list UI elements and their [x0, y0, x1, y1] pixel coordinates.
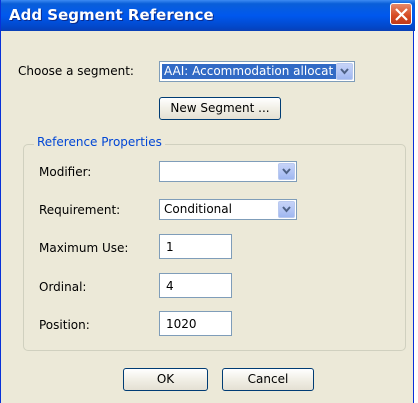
chevron-down-icon — [282, 206, 291, 213]
requirement-label: Requirement: — [39, 203, 121, 217]
maximum-use-field[interactable]: 1 — [159, 234, 232, 259]
close-icon — [395, 8, 408, 21]
segment-select[interactable]: AAI: Accommodation allocat — [159, 61, 355, 82]
ordinal-field[interactable]: 4 — [159, 273, 232, 298]
maximum-use-value: 1 — [166, 240, 174, 254]
segment-selected-value: AAI: Accommodation allocat — [162, 64, 336, 79]
new-segment-button[interactable]: New Segment ... — [159, 97, 281, 120]
close-button[interactable] — [390, 3, 412, 25]
ok-button[interactable]: OK — [123, 368, 208, 391]
title-bar[interactable]: Add Segment Reference — [1, 0, 415, 31]
requirement-select[interactable]: Conditional — [159, 199, 297, 220]
cancel-button[interactable]: Cancel — [222, 368, 314, 391]
modifier-label: Modifier: — [39, 165, 92, 179]
requirement-dropdown-button[interactable] — [278, 201, 295, 218]
add-segment-reference-dialog: Add Segment Reference Choose a segment: … — [0, 0, 415, 403]
chevron-down-icon — [340, 68, 349, 75]
window-title: Add Segment Reference — [9, 6, 214, 24]
ordinal-label: Ordinal: — [39, 280, 87, 294]
segment-dropdown-button[interactable] — [336, 63, 353, 80]
modifier-dropdown-button[interactable] — [278, 163, 295, 180]
position-field[interactable]: 1020 — [159, 311, 232, 336]
segment-label: Choose a segment: — [18, 64, 134, 78]
position-label: Position: — [39, 318, 90, 332]
modifier-select[interactable] — [159, 161, 297, 182]
maximum-use-label: Maximum Use: — [39, 241, 129, 255]
chevron-down-icon — [282, 168, 291, 175]
position-value: 1020 — [166, 317, 197, 331]
ordinal-value: 4 — [166, 279, 174, 293]
modifier-value — [162, 164, 278, 179]
reference-properties-label: Reference Properties — [34, 135, 165, 149]
requirement-value: Conditional — [164, 202, 232, 216]
